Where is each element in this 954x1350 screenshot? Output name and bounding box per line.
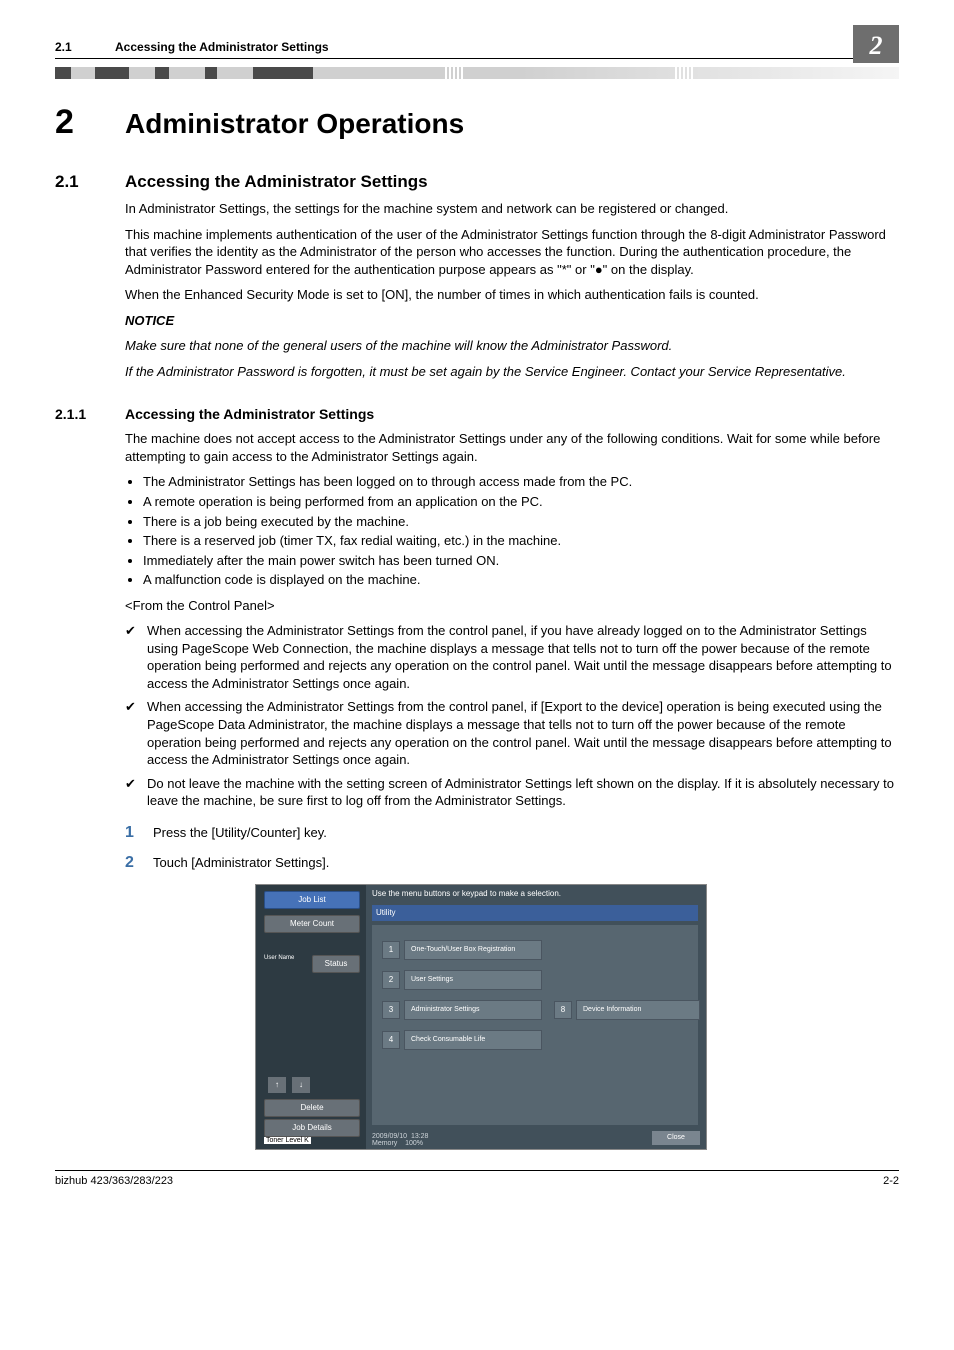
list-item: There is a job being executed by the mac… bbox=[143, 513, 899, 531]
list-item: Do not leave the machine with the settin… bbox=[125, 775, 899, 810]
subsection-number: 2.1.1 bbox=[55, 406, 125, 422]
list-item: When accessing the Administrator Setting… bbox=[125, 698, 899, 768]
check-consumable-life-button[interactable]: Check Consumable Life bbox=[404, 1030, 542, 1050]
chapter-number: 2 bbox=[55, 103, 125, 142]
bullet-list: The Administrator Settings has been logg… bbox=[125, 473, 899, 588]
paragraph: The machine does not accept access to th… bbox=[125, 430, 899, 465]
close-button[interactable]: Close bbox=[652, 1131, 700, 1145]
step-text: Press the [Utility/Counter] key. bbox=[153, 825, 327, 840]
instruction-message: Use the menu buttons or keypad to make a… bbox=[372, 889, 561, 898]
step-number: 2 bbox=[125, 854, 153, 872]
menu-number: 3 bbox=[382, 1001, 400, 1019]
chapter-title: Administrator Operations bbox=[125, 108, 464, 140]
menu-number: 2 bbox=[382, 971, 400, 989]
footer-model: bizhub 423/363/283/223 bbox=[55, 1175, 173, 1187]
utility-breadcrumb: Utility bbox=[372, 905, 698, 921]
menu-number: 4 bbox=[382, 1031, 400, 1049]
header-rule bbox=[55, 58, 899, 59]
paragraph: This machine implements authentication o… bbox=[125, 226, 899, 279]
status-button[interactable]: Status bbox=[312, 955, 360, 973]
notice-text: If the Administrator Password is forgott… bbox=[125, 363, 899, 381]
user-settings-button[interactable]: User Settings bbox=[404, 970, 542, 990]
job-details-button[interactable]: Job Details bbox=[264, 1119, 360, 1137]
toner-level-label: Toner Level K bbox=[264, 1137, 311, 1144]
notice-text: Make sure that none of the general users… bbox=[125, 337, 899, 355]
section-number: 2.1 bbox=[55, 172, 125, 192]
header-section-title: Accessing the Administrator Settings bbox=[115, 40, 329, 54]
check-list: When accessing the Administrator Setting… bbox=[125, 622, 899, 809]
list-item: The Administrator Settings has been logg… bbox=[143, 473, 899, 491]
section-title: Accessing the Administrator Settings bbox=[125, 172, 428, 192]
meter-count-button[interactable]: Meter Count bbox=[264, 915, 360, 933]
step-number: 1 bbox=[125, 824, 153, 842]
list-item: Immediately after the main power switch … bbox=[143, 552, 899, 570]
job-list-tab[interactable]: Job List bbox=[264, 891, 360, 909]
subsection-title: Accessing the Administrator Settings bbox=[125, 406, 374, 422]
menu-number: 1 bbox=[382, 941, 400, 959]
list-item: There is a reserved job (timer TX, fax r… bbox=[143, 532, 899, 550]
header-section-number: 2.1 bbox=[55, 40, 115, 54]
paragraph: In Administrator Settings, the settings … bbox=[125, 200, 899, 218]
paragraph: <From the Control Panel> bbox=[125, 597, 899, 615]
menu-number: 8 bbox=[554, 1001, 572, 1019]
chapter-badge: 2 bbox=[853, 25, 899, 63]
status-bar: 2009/09/10 13:28 Memory 100% bbox=[372, 1133, 428, 1147]
list-item: When accessing the Administrator Setting… bbox=[125, 622, 899, 692]
down-arrow-button[interactable]: ↓ bbox=[292, 1077, 310, 1093]
administrator-settings-button[interactable]: Administrator Settings bbox=[404, 1000, 542, 1020]
notice-heading: NOTICE bbox=[125, 312, 899, 330]
user-name-label: User Name bbox=[264, 955, 308, 962]
control-panel-screenshot: Job List Meter Count User Name Status ↑ … bbox=[255, 884, 707, 1150]
device-information-button[interactable]: Device Information bbox=[576, 1000, 700, 1020]
footer-page-number: 2-2 bbox=[883, 1175, 899, 1187]
step-text: Touch [Administrator Settings]. bbox=[153, 855, 329, 870]
up-arrow-button[interactable]: ↑ bbox=[268, 1077, 286, 1093]
onetouch-userbox-button[interactable]: One-Touch/User Box Registration bbox=[404, 940, 542, 960]
paragraph: When the Enhanced Security Mode is set t… bbox=[125, 286, 899, 304]
delete-button[interactable]: Delete bbox=[264, 1099, 360, 1117]
decorative-bar bbox=[55, 67, 899, 79]
list-item: A malfunction code is displayed on the m… bbox=[143, 571, 899, 589]
list-item: A remote operation is being performed fr… bbox=[143, 493, 899, 511]
